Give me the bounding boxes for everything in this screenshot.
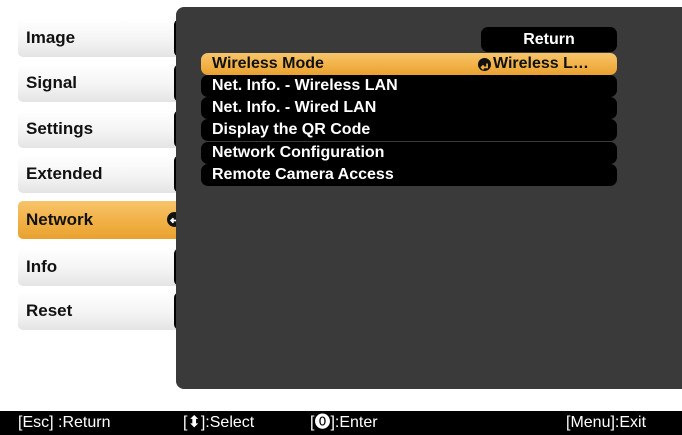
key-hint-bar: [Esc] :Return [⬍]:Select [⓿]:Enter [Menu… [0, 411, 682, 435]
menu-row-net-info-wireless[interactable]: Net. Info. - Wireless LAN [201, 75, 617, 97]
sidebar-item-extended[interactable]: Extended [18, 155, 188, 193]
hint-select: [⬍]:Select [183, 414, 255, 431]
sidebar-item-network[interactable]: Network [18, 201, 190, 239]
menu-row-remote-camera-access[interactable]: Remote Camera Access [201, 164, 617, 186]
menu-row-net-info-wired[interactable]: Net. Info. - Wired LAN [201, 97, 617, 119]
network-settings-panel: Return Wireless Mode Wireless L… Net. In… [176, 7, 682, 389]
menu-row-network-configuration[interactable]: Network Configuration [201, 142, 617, 164]
row-label: Net. Info. - Wired LAN [212, 99, 377, 116]
sidebar-item-label: Settings [26, 119, 94, 138]
sidebar-item-label: Network [26, 210, 94, 229]
sidebar-item-signal[interactable]: Signal [18, 64, 188, 102]
sidebar-item-label: Image [26, 28, 76, 47]
menu-row-display-qr[interactable]: Display the QR Code [201, 119, 617, 141]
row-value: Wireless L… [478, 53, 589, 75]
sidebar-item-label: Reset [26, 301, 73, 320]
menu-row-wireless-mode[interactable]: Wireless Mode Wireless L… [201, 53, 617, 75]
hint-enter: [⓿]:Enter [310, 414, 378, 431]
return-button[interactable]: Return [481, 27, 617, 52]
sidebar-item-label: Extended [26, 164, 103, 183]
sidebar-item-label: Signal [26, 73, 78, 92]
sidebar-item-image[interactable]: Image [18, 19, 188, 57]
sidebar-menu: Image Signal Settings Extended Network I… [0, 0, 190, 435]
sidebar-item-info[interactable]: Info [18, 248, 188, 286]
row-label: Display the QR Code [212, 121, 371, 138]
row-label: Remote Camera Access [212, 166, 394, 183]
row-label: Network Configuration [212, 144, 385, 161]
sidebar-item-label: Info [26, 257, 58, 276]
hint-esc-return: [Esc] :Return [18, 414, 111, 431]
enter-icon [478, 57, 491, 71]
row-value-text: Wireless L… [493, 55, 589, 72]
row-label: Net. Info. - Wireless LAN [212, 77, 398, 94]
sidebar-item-reset[interactable]: Reset [18, 292, 188, 330]
hint-menu-exit: [Menu]:Exit [566, 414, 647, 431]
sidebar-item-settings[interactable]: Settings [18, 110, 188, 148]
row-label: Wireless Mode [212, 55, 324, 72]
